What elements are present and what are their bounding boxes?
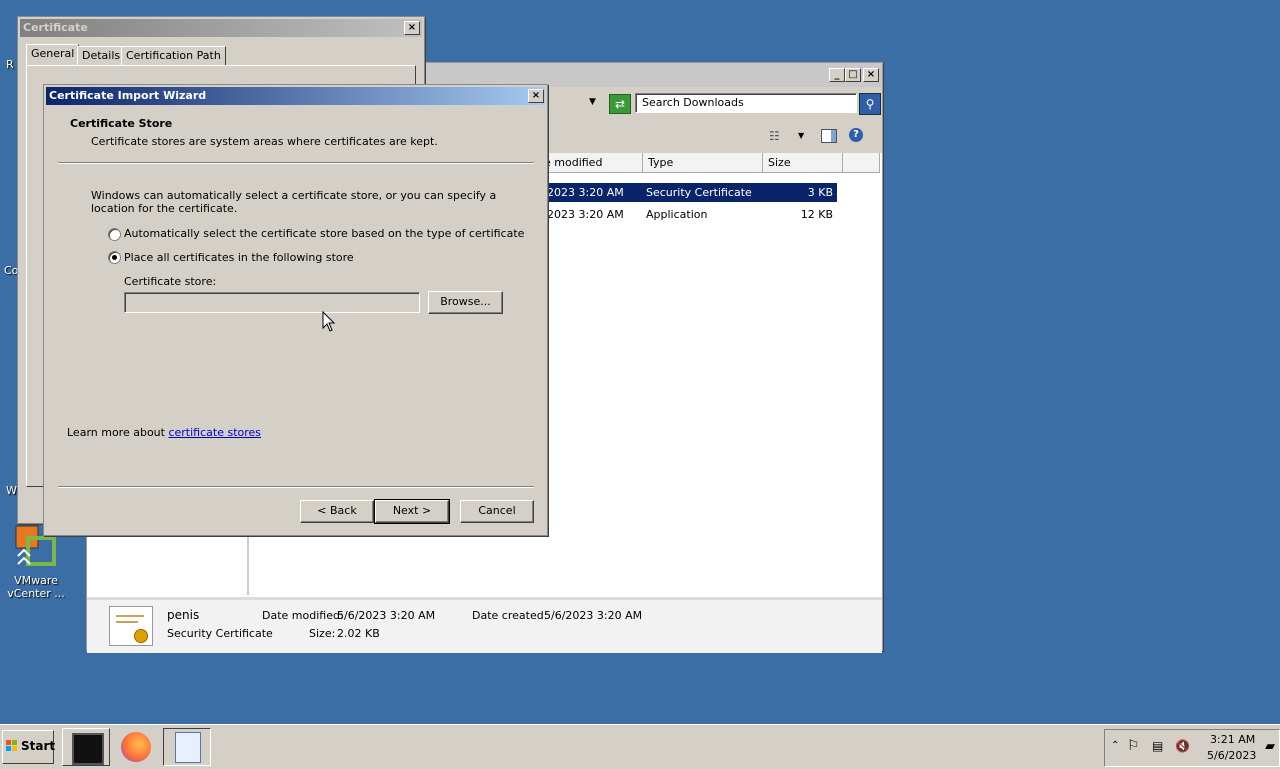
row-type: Security Certificate <box>646 186 752 199</box>
tab-details[interactable]: Details <box>77 46 126 66</box>
learn-more-prefix: Learn more about <box>67 426 169 439</box>
details-date-modified: 5/6/2023 3:20 AM <box>337 609 436 622</box>
details-date-created: 5/6/2023 3:20 AM <box>544 609 643 622</box>
mouse-cursor-icon <box>322 311 336 332</box>
start-button[interactable]: Start <box>2 730 56 764</box>
windows-logo-icon <box>6 740 18 752</box>
wizard-intro-text: Windows can automatically select a certi… <box>91 189 497 215</box>
radio-auto-select-label[interactable]: Automatically select the certificate sto… <box>124 227 524 240</box>
close-button[interactable]: × <box>863 68 879 82</box>
row-date: 2023 3:20 AM <box>547 208 624 221</box>
details-size: 2.02 KB <box>337 627 380 640</box>
column-size[interactable]: Size <box>763 153 843 173</box>
tab-general[interactable]: General <box>26 44 80 66</box>
terminal-icon <box>72 733 104 765</box>
details-date-modified-label: Date modified: <box>262 609 344 622</box>
column-empty <box>843 153 880 173</box>
column-type[interactable]: Type <box>643 153 763 173</box>
refresh-icon[interactable]: ⇄ <box>609 94 631 114</box>
network-icon[interactable]: ▤ <box>1152 739 1163 753</box>
preview-pane-icon[interactable] <box>821 129 837 143</box>
close-button[interactable]: × <box>528 89 544 103</box>
view-dropdown-icon[interactable]: ▼ <box>798 131 804 140</box>
radio-place-in-store-label[interactable]: Place all certificates in the following … <box>124 251 354 264</box>
desktop-partial-label-w: W <box>6 484 17 497</box>
address-dropdown-icon[interactable]: ▼ <box>589 97 596 107</box>
certificate-store-field[interactable] <box>124 292 420 313</box>
row-size: 12 KB <box>800 208 833 221</box>
desktop-partial-label-r: R <box>6 58 14 71</box>
action-center-icon[interactable]: ▰ <box>1265 739 1275 754</box>
clock-time[interactable]: 3:21 AM <box>1210 733 1255 746</box>
column-date-modified[interactable]: e modified <box>539 153 643 173</box>
next-button[interactable]: Next > <box>374 499 450 524</box>
taskbar: Start ⌃ ⚐ ▤ 🔇 3:21 AM 5/6/2023 ▰ <box>0 724 1280 769</box>
system-tray: ⌃ ⚐ ▤ 🔇 3:21 AM 5/6/2023 ▰ <box>1104 729 1280 767</box>
certificate-titlebar: Certificate <box>20 19 422 37</box>
firefox-icon <box>121 732 151 762</box>
row-type: Application <box>646 208 708 221</box>
footer-divider <box>58 486 534 488</box>
header-divider <box>58 162 534 164</box>
tray-expand-icon[interactable]: ⌃ <box>1111 740 1119 751</box>
details-file-name: penis <box>167 608 200 622</box>
document-icon <box>175 732 201 763</box>
wizard-subheading: Certificate stores are system areas wher… <box>91 135 438 148</box>
search-placeholder: Search Downloads <box>642 96 744 109</box>
tab-strip: General Details Certification Path <box>26 44 416 66</box>
learn-more-text: Learn more about certificate stores <box>67 426 261 439</box>
cancel-button[interactable]: Cancel <box>460 500 534 523</box>
vmware-vcenter-label[interactable]: VMware vCenter ... <box>4 574 68 600</box>
details-file-type: Security Certificate <box>167 627 273 640</box>
certificate-store-label: Certificate store: <box>124 275 217 288</box>
clock-date[interactable]: 5/6/2023 <box>1207 749 1256 762</box>
start-label: Start <box>21 739 56 753</box>
minimize-button[interactable]: _ <box>829 68 845 82</box>
row-date: 2023 3:20 AM <box>547 186 624 199</box>
import-wizard-window: Certificate Import Wizard × Certificate … <box>43 84 548 536</box>
row-size: 3 KB <box>807 186 833 199</box>
browse-button[interactable]: Browse... <box>428 291 503 314</box>
details-size-label: Size: <box>309 627 336 640</box>
wizard-titlebar: Certificate Import Wizard <box>46 87 545 105</box>
certificate-file-icon <box>109 606 153 646</box>
back-button[interactable]: < Back <box>300 500 374 523</box>
search-icon[interactable]: ⚲ <box>859 93 881 115</box>
taskbar-app-firefox[interactable] <box>114 728 160 766</box>
table-row[interactable]: 2023 3:20 AM Application 12 KB <box>542 205 837 224</box>
wizard-heading: Certificate Store <box>70 117 173 130</box>
table-row[interactable]: 2023 3:20 AM Security Certificate 3 KB <box>542 183 837 202</box>
volume-muted-icon[interactable]: 🔇 <box>1175 739 1190 753</box>
flag-icon[interactable]: ⚐ <box>1127 738 1140 754</box>
search-input[interactable]: Search Downloads <box>635 93 857 113</box>
taskbar-app-document[interactable] <box>163 728 211 766</box>
radio-place-in-store[interactable] <box>108 251 121 264</box>
radio-auto-select[interactable] <box>108 228 121 241</box>
details-date-created-label: Date created: <box>472 609 548 622</box>
close-button[interactable]: × <box>404 21 420 35</box>
maximize-button[interactable]: □ <box>845 68 861 82</box>
view-icon[interactable]: ☷ <box>769 129 780 143</box>
help-icon[interactable]: ? <box>849 128 863 142</box>
taskbar-app-terminal[interactable] <box>62 728 110 766</box>
tab-certification-path[interactable]: Certification Path <box>121 46 226 66</box>
nav-pane-divider[interactable] <box>247 533 249 595</box>
details-pane: penis Security Certificate Date modified… <box>87 597 882 653</box>
certificate-stores-link[interactable]: certificate stores <box>168 426 261 439</box>
